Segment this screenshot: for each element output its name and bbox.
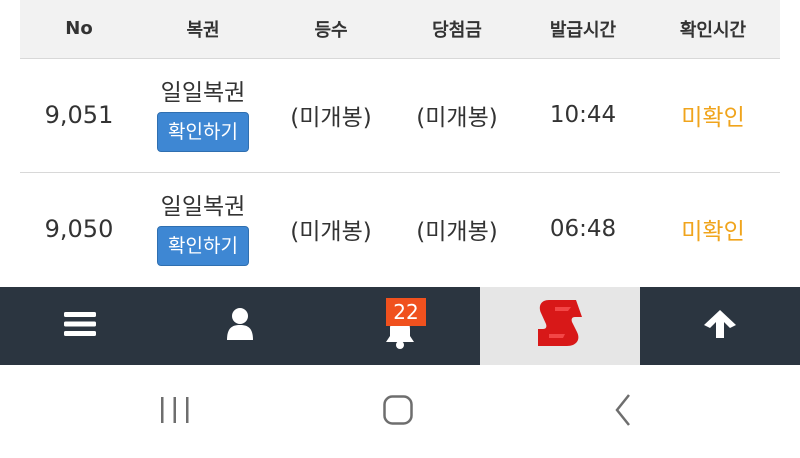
table-row: 9,050 일일복권 확인하기 (미개봉) (미개봉) 06:48 미확인: [20, 171, 780, 286]
notifications-button[interactable]: 22: [320, 287, 480, 365]
row-issued-time: 10:44: [549, 102, 617, 128]
app-screen: No 복권 등수 당첨금 발급시간 확인시간 9,051 일일복권 확인하기 (…: [0, 0, 800, 458]
menu-button[interactable]: [0, 287, 160, 365]
header-checked-time: 확인시간: [646, 0, 780, 59]
row-lotto-cell: 일일복권 확인하기: [138, 171, 268, 286]
notification-count-badge: 22: [386, 298, 426, 326]
row-checked-status: 미확인: [681, 105, 745, 131]
header-issued-time: 발급시간: [520, 0, 646, 59]
user-icon: [226, 307, 254, 345]
bottom-toolbar: 22: [0, 287, 800, 365]
check-lotto-button[interactable]: 확인하기: [157, 112, 249, 152]
arrow-up-icon: [703, 309, 737, 343]
scroll-top-button[interactable]: [640, 287, 800, 365]
header-lotto: 복권: [138, 0, 268, 59]
back-icon: [593, 394, 653, 435]
row-prize: (미개봉): [416, 105, 498, 131]
table-row: 9,051 일일복권 확인하기 (미개봉) (미개봉) 10:44 미확인: [20, 58, 780, 172]
lotto-name: 일일복권: [160, 194, 246, 221]
recent-apps-icon: [145, 397, 205, 435]
header-prize: 당첨금: [394, 0, 520, 59]
home-button[interactable]: [368, 391, 428, 431]
brand-home-button[interactable]: [480, 287, 640, 365]
row-issued-time: 06:48: [520, 171, 646, 286]
menu-icon: [63, 310, 97, 342]
lotto-table: No 복권 등수 당첨금 발급시간 확인시간 9,051 일일복권 확인하기 (…: [20, 0, 780, 286]
header-rank: 등수: [268, 0, 394, 59]
recent-apps-button[interactable]: [145, 391, 205, 431]
row-checked-status: 미확인: [646, 171, 780, 286]
row-rank: (미개봉): [290, 105, 372, 131]
system-navigation-bar: [0, 365, 800, 458]
row-prize: (미개봉): [394, 171, 520, 286]
profile-button[interactable]: [160, 287, 320, 365]
table-header-row: No 복권 등수 당첨금 발급시간 확인시간: [20, 0, 780, 59]
row-rank: (미개봉): [268, 171, 394, 286]
row-no: 9,050: [20, 171, 138, 286]
brand-logo-icon: [535, 296, 585, 356]
back-button[interactable]: [593, 391, 653, 431]
lotto-table-container: No 복권 등수 당첨금 발급시간 확인시간 9,051 일일복권 확인하기 (…: [20, 0, 780, 287]
row-no: 9,051: [44, 101, 114, 129]
row-lotto-cell: 일일복권 확인하기: [138, 58, 268, 172]
header-no: No: [20, 0, 138, 59]
lotto-name: 일일복권: [160, 80, 246, 106]
check-lotto-button[interactable]: 확인하기: [157, 226, 249, 267]
home-icon: [368, 395, 428, 435]
